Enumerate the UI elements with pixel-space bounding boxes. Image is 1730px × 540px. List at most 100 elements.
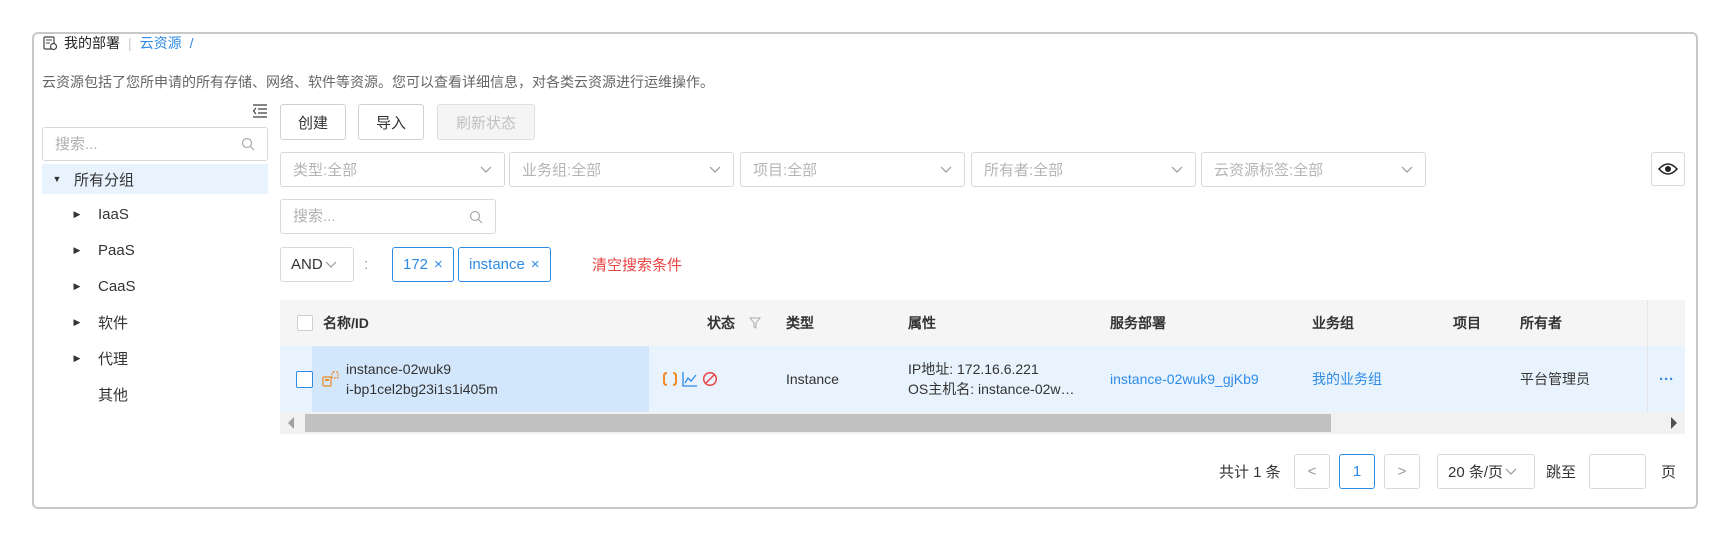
attribute-hostname: OS主机名: instance-02w… [908, 381, 1075, 397]
create-button[interactable]: 创建 [280, 104, 346, 140]
column-header-business-group[interactable]: 业务组 [1312, 300, 1354, 346]
page-size-select[interactable]: 20 条/页 [1437, 454, 1535, 489]
resource-name[interactable]: instance-02wuk9 [346, 359, 451, 379]
import-button[interactable]: 导入 [358, 104, 424, 140]
caret-right-icon[interactable]: ▶ [70, 351, 84, 365]
collapse-sidebar-icon[interactable] [252, 104, 268, 118]
column-header-service-deployment[interactable]: 服务部署 [1110, 300, 1166, 346]
tree-item-all-groups[interactable]: ▼ 所有分组 [42, 164, 268, 194]
scroll-left-icon[interactable] [288, 417, 294, 429]
tree-item-iaas[interactable]: ▶ IaaS [42, 196, 268, 232]
breadcrumb: 我的部署 | 云资源 / [42, 33, 194, 53]
prev-page-button[interactable]: < [1294, 454, 1330, 489]
tree-item-caas[interactable]: ▶ CaaS [42, 268, 268, 304]
console-icon[interactable] [662, 371, 678, 387]
more-actions-icon[interactable]: ··· [1647, 346, 1685, 412]
jump-to-page-field[interactable] [1589, 454, 1646, 489]
search-tag[interactable]: 172 × [392, 247, 454, 282]
chevron-down-icon [1171, 166, 1183, 173]
table-header: 名称/ID 状态 类型 属性 服务部署 业务组 项目 所有者 [280, 300, 1685, 346]
tree-item-label: CaaS [98, 277, 136, 295]
deployment-icon [43, 36, 58, 51]
tree-item-label: 代理 [98, 350, 129, 368]
resource-search-field[interactable] [280, 199, 496, 234]
eye-icon [1658, 163, 1678, 175]
close-icon[interactable]: × [531, 256, 540, 273]
actions-column-header [1647, 300, 1685, 346]
select-all-checkbox[interactable] [297, 315, 313, 331]
tree-item-other[interactable]: 其他 [42, 376, 268, 412]
jump-to-page-input[interactable] [1590, 455, 1645, 488]
chevron-down-icon [940, 166, 952, 173]
owner-cell: 平台管理员 [1520, 371, 1590, 387]
column-header-label: 状态 [707, 315, 735, 331]
tree-item-label: IaaS [98, 205, 129, 223]
filter-icon[interactable] [749, 317, 761, 329]
column-header-project[interactable]: 项目 [1453, 300, 1481, 346]
search-icon [469, 210, 483, 223]
scroll-right-icon[interactable] [1671, 417, 1677, 429]
close-icon[interactable]: × [434, 256, 443, 273]
condition-separator: : [364, 256, 369, 273]
search-icon [241, 137, 255, 151]
service-deployment-link[interactable]: instance-02wuk9_gjKb9 [1110, 371, 1259, 387]
select-value: 类型:全部 [293, 162, 358, 179]
caret-down-icon[interactable]: ▼ [50, 172, 64, 186]
resource-table: 名称/ID 状态 类型 属性 服务部署 业务组 项目 所有者 instance-… [280, 300, 1685, 412]
chevron-down-icon [1505, 468, 1517, 475]
tags-filter-select[interactable]: 云资源标签:全部 [1201, 152, 1426, 187]
search-tag[interactable]: instance × [458, 247, 551, 282]
business-group-filter-select[interactable]: 业务组:全部 [509, 152, 734, 187]
select-value: 所有者:全部 [984, 162, 1064, 179]
caret-right-icon[interactable]: ▶ [70, 315, 84, 329]
breadcrumb-home: 我的部署 [64, 35, 120, 51]
select-value: 云资源标签:全部 [1214, 162, 1324, 179]
tree-search-input[interactable] [55, 135, 241, 153]
scrollbar-thumb[interactable] [305, 414, 1331, 432]
refresh-status-button[interactable]: 刷新状态 [437, 104, 535, 140]
caret-right-icon[interactable]: ▶ [70, 279, 84, 293]
project-filter-select[interactable]: 项目:全部 [740, 152, 965, 187]
select-value: AND [291, 256, 323, 273]
select-value: 20 条/页 [1448, 464, 1504, 481]
monitor-chart-icon[interactable] [682, 371, 698, 387]
page-suffix-label: 页 [1661, 464, 1677, 481]
chevron-down-icon [480, 166, 492, 173]
tree-item-label: 其他 [98, 386, 129, 404]
type-filter-select[interactable]: 类型:全部 [280, 152, 505, 187]
column-visibility-button[interactable] [1651, 152, 1685, 186]
group-tree: ▼ 所有分组 ▶ IaaS ▶ PaaS ▶ CaaS ▶ 软件 ▶ 代理 其他 [42, 164, 268, 412]
resource-id: i-bp1cel2bg23i1s1i405m [346, 381, 498, 397]
clear-search-link[interactable]: 清空搜索条件 [592, 254, 682, 275]
jump-to-label: 跳至 [1546, 464, 1577, 481]
horizontal-scrollbar[interactable] [280, 412, 1685, 434]
attribute-ip: IP地址: 172.16.6.221 [908, 361, 1039, 377]
column-header-name[interactable]: 名称/ID [323, 300, 369, 346]
row-checkbox[interactable] [296, 370, 313, 388]
caret-right-icon[interactable]: ▶ [70, 243, 84, 257]
select-value: 项目:全部 [753, 162, 818, 179]
next-page-button[interactable]: > [1384, 454, 1420, 489]
business-group-link[interactable]: 我的业务组 [1312, 369, 1382, 389]
chevron-down-icon [325, 261, 337, 268]
page-description: 云资源包括了您所申请的所有存储、网络、软件等资源。您可以查看详细信息，对各类云资… [42, 74, 714, 90]
column-header-status[interactable]: 状态 [707, 300, 761, 346]
page-1-button[interactable]: 1 [1339, 454, 1375, 489]
tree-item-proxy[interactable]: ▶ 代理 [42, 340, 268, 376]
owner-filter-select[interactable]: 所有者:全部 [971, 152, 1196, 187]
caret-right-icon[interactable]: ▶ [70, 207, 84, 221]
chevron-down-icon [1401, 166, 1413, 173]
select-value: 业务组:全部 [522, 162, 602, 179]
column-header-type[interactable]: 类型 [786, 300, 814, 346]
tree-item-software[interactable]: ▶ 软件 [42, 304, 268, 340]
tree-search-field[interactable] [42, 127, 268, 161]
breadcrumb-current[interactable]: 云资源 [140, 33, 182, 53]
tree-item-label: 软件 [98, 314, 129, 332]
tree-item-paas[interactable]: ▶ PaaS [42, 232, 268, 268]
resource-type: Instance [786, 371, 839, 387]
table-row[interactable]: instance-02wuk9 i-bp1cel2bg23i1s1i405m I… [280, 346, 1685, 412]
logic-operator-select[interactable]: AND [280, 247, 354, 282]
resource-search-input[interactable] [293, 208, 469, 225]
column-header-attributes[interactable]: 属性 [908, 300, 936, 346]
column-header-owner[interactable]: 所有者 [1520, 300, 1562, 346]
